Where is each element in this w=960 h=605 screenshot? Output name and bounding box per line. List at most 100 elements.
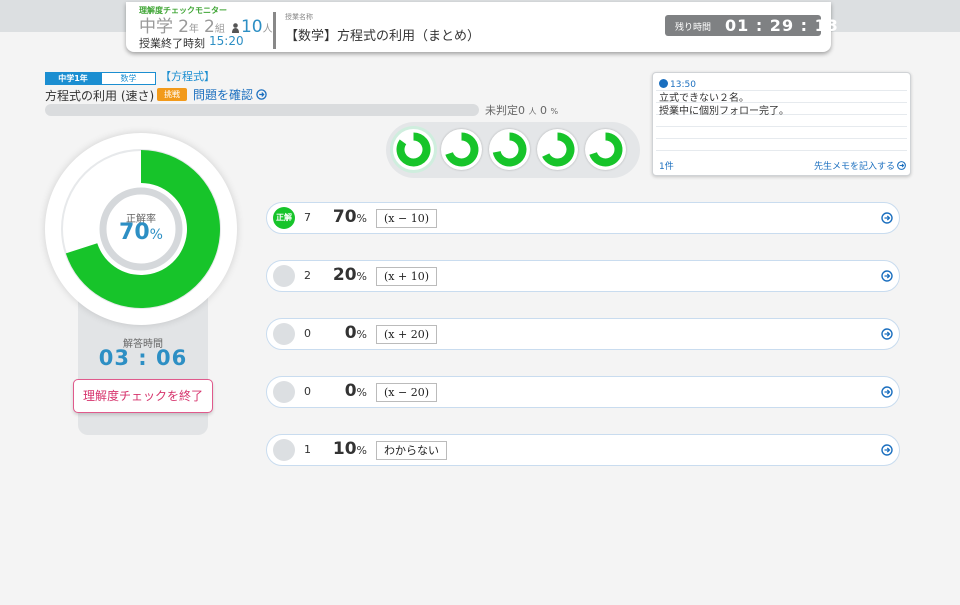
monitor-header: 理解度チェックモニター 中学 2年 2組 10人 授業終了時刻 15:20 授業…	[126, 2, 838, 52]
pending-percent-unit: %	[550, 107, 559, 116]
arrow-circle-icon	[256, 89, 267, 100]
answer-row[interactable]: 2 20% (x + 10)	[266, 260, 900, 292]
lesson-name: 【数学】方程式の利用（まとめ）	[285, 29, 481, 44]
confirm-question-label: 問題を確認	[193, 88, 254, 102]
answer-marker	[273, 323, 295, 345]
memo-count: 1件	[659, 162, 674, 172]
grade-badge: 中学1年	[45, 72, 101, 85]
answer-choice: わからない	[376, 441, 447, 460]
correct-rate-unit: %	[149, 227, 163, 243]
answer-time: 03 : 06	[98, 346, 188, 370]
grade-unit: 年	[188, 24, 199, 35]
history-donut[interactable]	[441, 129, 482, 170]
pending-unit: 人	[528, 107, 537, 116]
answer-percent: 20%	[320, 265, 367, 285]
remaining-label: 残り時間	[675, 23, 712, 33]
answer-percent-value: 10	[332, 439, 357, 459]
answer-percent-unit: %	[356, 328, 367, 341]
correct-rate-donut: 正解率 70%	[45, 133, 237, 325]
grade-number: 2	[178, 17, 189, 37]
user-icon	[231, 23, 239, 33]
answer-marker	[273, 381, 295, 403]
answer-percent: 0%	[320, 381, 367, 401]
answer-percent: 70%	[320, 207, 367, 227]
teacher-memo-panel: 13:50 立式できない２名。 授業中に個別フォロー完了。 1件 先生メモを記入…	[652, 72, 911, 176]
answer-row[interactable]: 1 10% わからない	[266, 434, 900, 466]
clock-icon	[659, 79, 668, 88]
answer-percent-unit: %	[356, 270, 367, 283]
history-donut-chart	[492, 132, 527, 167]
remaining-timer: 残り時間 01 : 29 : 13	[665, 15, 838, 36]
answer-percent: 0%	[320, 323, 367, 343]
correct-rate-value: 70%	[45, 220, 237, 245]
history-donut-arc	[589, 132, 623, 167]
history-donut-chart	[445, 132, 479, 167]
arrow-circle-icon[interactable]	[881, 212, 893, 224]
answer-marker	[273, 439, 295, 461]
history-donut-arc	[396, 132, 431, 167]
header-divider	[273, 12, 276, 49]
arrow-circle-icon[interactable]	[881, 270, 893, 282]
plus-circle-icon	[897, 161, 906, 170]
confirm-question-link[interactable]: 問題を確認	[193, 86, 267, 103]
answer-percent-value: 0	[344, 323, 357, 343]
answer-choice: (x − 20)	[376, 383, 437, 402]
memo-time: 13:50	[659, 79, 696, 90]
history-donut-chart	[396, 132, 431, 167]
answer-count: 7	[304, 211, 311, 224]
history-donut-arc	[445, 132, 479, 167]
student-unit: 人	[262, 24, 273, 35]
class-info: 中学 2年 2組 10人	[139, 12, 273, 37]
arrow-circle-icon[interactable]	[881, 386, 893, 398]
answer-percent-unit: %	[356, 444, 367, 457]
answer-percent: 10%	[320, 439, 367, 459]
student-count: 10	[240, 17, 263, 37]
judgement-progress-bar	[45, 104, 479, 116]
answer-count: 0	[304, 327, 311, 340]
answer-count: 2	[304, 269, 311, 282]
answer-choice: (x + 10)	[376, 267, 437, 286]
history-donut[interactable]	[489, 129, 530, 170]
memo-time-value: 13:50	[670, 80, 696, 90]
arrow-circle-icon[interactable]	[881, 328, 893, 340]
answer-percent-value: 70	[332, 207, 357, 227]
answer-marker	[273, 265, 295, 287]
end-time: 15:20	[209, 34, 244, 48]
answer-percent-value: 0	[344, 381, 357, 401]
end-time-label: 授業終了時刻	[139, 37, 205, 50]
answer-row[interactable]: 0 0% (x + 20)	[266, 318, 900, 350]
history-donut[interactable]	[585, 129, 626, 170]
pending-percent: 0	[540, 104, 547, 117]
unit-label: 【方程式】	[160, 70, 215, 83]
add-memo-label: 先生メモを記入する	[813, 162, 895, 172]
history-donut[interactable]	[537, 129, 578, 170]
answer-row[interactable]: 0 0% (x − 20)	[266, 376, 900, 408]
memo-text: 立式できない２名。 授業中に個別フォロー完了。	[659, 93, 789, 117]
challenge-tag: 挑戦	[157, 88, 187, 101]
answer-choice: (x + 20)	[376, 325, 437, 344]
end-check-button[interactable]: 理解度チェックを終了	[73, 379, 213, 413]
add-memo-button[interactable]: 先生メモを記入する	[814, 159, 906, 172]
correct-rate-number: 70	[119, 220, 150, 245]
correct-badge: 正解	[273, 207, 295, 229]
pending-status: 未判定0 人 0 %	[485, 102, 558, 118]
history-donut-arc	[492, 132, 527, 167]
answer-percent-value: 20	[332, 265, 357, 285]
answer-choice: (x − 10)	[376, 209, 437, 228]
lesson-name-label: 授業名称	[285, 13, 313, 21]
answer-row[interactable]: 正解 7 70% (x − 10)	[266, 202, 900, 234]
subject-badge: 数学	[101, 72, 156, 85]
answer-percent-unit: %	[356, 386, 367, 399]
question-title: 方程式の利用 (速さ)	[45, 89, 155, 103]
answer-percent-unit: %	[356, 212, 367, 225]
arrow-circle-icon[interactable]	[881, 444, 893, 456]
answer-count: 0	[304, 385, 311, 398]
pending-label: 未判定0	[485, 104, 525, 117]
answer-count: 1	[304, 443, 311, 456]
history-donut[interactable]	[393, 129, 434, 170]
remaining-time: 01 : 29 : 13	[725, 16, 839, 35]
school-label: 中学	[139, 17, 173, 37]
history-donut-arc	[542, 132, 575, 167]
history-donut-chart	[589, 132, 623, 167]
history-donut-chart	[542, 132, 575, 167]
